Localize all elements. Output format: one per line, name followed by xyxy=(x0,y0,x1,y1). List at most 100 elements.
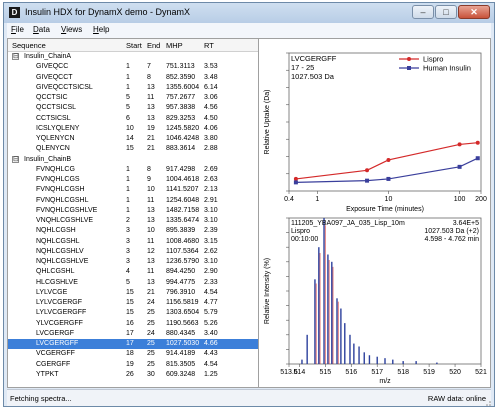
column-header-end[interactable]: End xyxy=(147,41,160,50)
cell-mhp: 957.3838 xyxy=(166,104,196,112)
table-row[interactable]: ICSLYQLENY 10 19 1245.5820 4.06 xyxy=(8,124,258,134)
cell-sequence: GIVEQCC xyxy=(36,63,69,71)
cell-rt: 4.66 xyxy=(204,340,218,347)
data-point xyxy=(293,176,298,181)
cell-end: 8 xyxy=(147,73,151,81)
table-row[interactable]: FVNQHLCG 1 8 917.4298 2.69 xyxy=(8,165,258,175)
y-axis-label: Relative Intensity (%) xyxy=(264,258,271,324)
table-row[interactable]: NQHLCGSHL 3 11 1008.4680 3.15 xyxy=(8,237,258,247)
cell-mhp: 1190.5663 xyxy=(166,319,199,327)
table-row[interactable]: QHLCGSHL 4 11 894.4250 2.90 xyxy=(8,267,258,277)
cell-start: 3 xyxy=(126,258,130,265)
cell-end: 13 xyxy=(147,258,155,265)
resize-grip-icon[interactable] xyxy=(483,398,491,406)
cell-rt: 4.77 xyxy=(204,299,218,306)
table-row[interactable]: GIVEQCC 1 7 751.3113 3.53 xyxy=(8,62,258,72)
table-row[interactable]: LYLVCGERGFF 15 25 1303.6504 5.79 xyxy=(8,308,258,318)
cell-sequence: NQHLCGSHLV xyxy=(36,247,84,255)
cell-mhp: 757.2677 xyxy=(166,94,196,101)
cell-sequence: LYLVCGERGF xyxy=(36,299,83,306)
status-message: Fetching spectra... xyxy=(10,394,72,403)
cell-start: 5 xyxy=(126,104,130,112)
cell-end: 13 xyxy=(147,217,155,224)
cell-start: 6 xyxy=(126,114,130,122)
collapse-icon[interactable]: ⊟ xyxy=(12,155,19,163)
cell-sequence: CCTSICSL xyxy=(36,114,71,122)
table-row[interactable]: LVCGERGFF 17 25 1027.5030 4.66 xyxy=(8,339,258,349)
charts-pane: LVCGERGFF 17 - 25 1027.503 Da 0.4 1 10 100 200 E… xyxy=(259,39,490,387)
menu-data[interactable]: Data xyxy=(33,25,50,34)
table-row[interactable]: NQHLCGSHLV 3 12 1107.5364 2.62 xyxy=(8,247,258,257)
close-button[interactable]: ✕ xyxy=(458,5,490,19)
cell-sequence: FVNQHLCGSHL xyxy=(36,196,89,204)
cell-start: 4 xyxy=(126,268,130,276)
table-row[interactable]: HLCGSHLVE 5 13 994.4775 2.33 xyxy=(8,278,258,288)
cell-rt: 2.39 xyxy=(204,227,218,235)
y-axis-label: Relative Uptake (Da) xyxy=(264,90,271,155)
cell-end: 7 xyxy=(147,63,151,71)
table-row[interactable]: LYLVCGERGF 15 24 1156.5819 4.77 xyxy=(8,298,258,308)
cell-sequence: YQLENYCN xyxy=(36,135,75,142)
table-row[interactable]: NQHLCGSHLVE 3 13 1236.5790 3.10 xyxy=(8,257,258,267)
minimize-button[interactable]: – xyxy=(412,5,434,19)
column-header-start[interactable]: Start xyxy=(126,41,142,50)
table-row[interactable]: FVNQHLCGSHLVE 1 13 1482.7158 3.10 xyxy=(8,206,258,216)
x-tick-label: 200 xyxy=(475,196,487,203)
table-row[interactable]: FVNQHLCGS 1 9 1004.4618 2.63 xyxy=(8,175,258,185)
table-row[interactable]: YTPKT 26 30 609.3248 1.25 xyxy=(8,370,258,380)
cell-mhp: 1254.6048 xyxy=(166,196,200,204)
cell-mhp: 880.4345 xyxy=(166,329,196,337)
cell-rt: 2.13 xyxy=(204,186,218,194)
table-row[interactable]: LVCGERGF 17 24 880.4345 3.40 xyxy=(8,329,258,339)
cell-start: 3 xyxy=(126,247,130,255)
cell-mhp: 1107.5364 xyxy=(166,247,199,255)
column-header-mhp[interactable]: MHP xyxy=(166,41,183,50)
cell-end: 13 xyxy=(147,206,155,214)
table-row[interactable]: FVNQHLCGSH 1 10 1141.5207 2.13 xyxy=(8,185,258,195)
x-tick-label: 1 xyxy=(315,196,319,203)
table-row[interactable]: QCCTSICSL 5 13 957.3838 4.56 xyxy=(8,103,258,113)
menu-file[interactable]: File xyxy=(11,25,24,34)
cell-sequence: CGERGFF xyxy=(36,360,71,368)
cell-end: 12 xyxy=(147,247,155,255)
cell-sequence: VCGERGFF xyxy=(36,350,75,358)
cell-start: 1 xyxy=(126,165,130,173)
cell-start: 17 xyxy=(126,340,134,347)
group-label: Insulin_ChainA xyxy=(24,53,72,60)
cell-rt: 3.15 xyxy=(204,237,218,245)
table-row[interactable]: VNQHLCGSHLVE 2 13 1335.6474 3.10 xyxy=(8,216,258,226)
menu-views[interactable]: Views xyxy=(61,25,82,34)
group-row[interactable]: ⊟ Insulin_ChainB xyxy=(8,155,258,165)
collapse-icon[interactable]: ⊟ xyxy=(12,53,19,60)
table-row[interactable]: YQLENYCN 14 21 1046.4248 3.80 xyxy=(8,134,258,144)
column-header-sequence[interactable]: Sequence xyxy=(12,41,46,50)
menu-help[interactable]: Help xyxy=(93,25,109,34)
cell-rt: 2.90 xyxy=(204,268,218,276)
table-row[interactable]: QLENYCN 15 21 883.3614 2.88 xyxy=(8,144,258,154)
table-row[interactable]: GIVEQCCTSICSL 1 13 1355.6004 6.14 xyxy=(8,83,258,93)
uptake-plot: LVCGERGFF17 - 251027.503 Da 0.4 1 10 100 200 E… xyxy=(264,52,487,213)
raw-data-status: RAW data: online xyxy=(427,394,486,403)
x-tick-label: 0.4 xyxy=(284,196,294,203)
cell-end: 21 xyxy=(147,145,155,153)
table-row[interactable]: QCCTSIC 5 11 757.2677 3.06 xyxy=(8,93,258,103)
table-row[interactable]: GIVEQCCT 1 8 852.3590 3.48 xyxy=(8,73,258,83)
group-row[interactable]: ⊟ Insulin_ChainA xyxy=(8,52,258,62)
spectrum-header-right: 3.64E+5 xyxy=(453,220,479,227)
maximize-button[interactable]: □ xyxy=(435,5,457,19)
table-row[interactable]: CGERGFF 19 25 815.3505 4.54 xyxy=(8,360,258,370)
table-row[interactable]: VCGERGFF 18 25 914.4189 4.43 xyxy=(8,349,258,359)
table-row[interactable]: FVNQHLCGSHL 1 11 1254.6048 2.91 xyxy=(8,196,258,206)
cell-mhp: 796.3910 xyxy=(166,288,196,296)
table-row[interactable]: CCTSICSL 6 13 829.3253 4.50 xyxy=(8,114,258,124)
table-row[interactable]: YLVCGERGFF 16 25 1190.5663 5.26 xyxy=(8,319,258,329)
column-header-rt[interactable]: RT xyxy=(204,41,214,50)
cell-sequence: FVNQHLCGS xyxy=(36,176,80,183)
title-bar[interactable]: D Insulin HDX for DynamX demo - DynamX –… xyxy=(4,3,494,23)
dynamx-app-icon[interactable]: D xyxy=(9,7,20,18)
cell-start: 26 xyxy=(126,370,134,378)
table-row[interactable]: LYLVCGE 15 21 796.3910 4.54 xyxy=(8,288,258,298)
table-row[interactable]: NQHLCGSH 3 10 895.3839 2.39 xyxy=(8,226,258,236)
x-tick-label: 10 xyxy=(385,196,393,203)
cell-start: 1 xyxy=(126,83,130,91)
